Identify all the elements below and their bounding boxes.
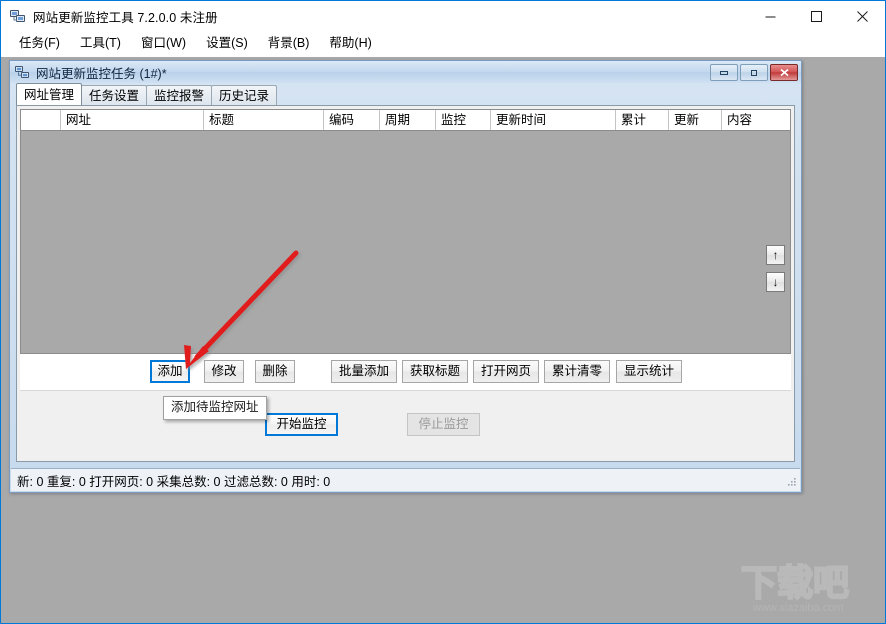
reset-total-button[interactable]: 累计清零 [544, 360, 610, 383]
minimize-icon[interactable] [747, 1, 793, 31]
url-list-grid[interactable]: 网址 标题 编码 周期 监控 更新时间 累计 更新 内容 ↑ ↓ [20, 109, 791, 354]
resize-grip-icon[interactable] [785, 476, 797, 488]
child-restore-icon[interactable] [740, 64, 768, 81]
grid-column-url[interactable]: 网址 [61, 110, 204, 130]
batch-add-button[interactable]: 批量添加 [331, 360, 397, 383]
child-window-title: 网站更新监控任务 (1#)* [36, 63, 167, 82]
tab-task-settings[interactable]: 任务设置 [81, 85, 147, 105]
close-icon[interactable] [839, 1, 885, 31]
tab-monitor-alerts[interactable]: 监控报警 [146, 85, 212, 105]
menu-item-help[interactable]: 帮助(H) [319, 33, 381, 55]
move-down-button[interactable]: ↓ [766, 272, 785, 292]
show-statistics-button[interactable]: 显示统计 [616, 360, 682, 383]
grid-column-total[interactable]: 累计 [616, 110, 669, 130]
window-controls [747, 1, 885, 31]
grid-header-row: 网址 标题 编码 周期 监控 更新时间 累计 更新 内容 [21, 110, 790, 131]
menu-item-background[interactable]: 背景(B) [258, 33, 320, 55]
title-bar[interactable]: 网站更新监控工具 7.2.0.0 未注册 [1, 1, 885, 31]
grid-column-period[interactable]: 周期 [380, 110, 436, 130]
menu-bar: 任务(F) 工具(T) 窗口(W) 设置(S) 背景(B) 帮助(H) [1, 31, 885, 57]
watermark-url: www.xiazaiba.com [752, 602, 843, 614]
tooltip-add-button: 添加待监控网址 [163, 396, 267, 420]
grid-body-empty[interactable]: ↑ ↓ [21, 131, 790, 353]
child-title-bar[interactable]: 网站更新监控任务 (1#)* [10, 61, 801, 83]
grid-column-encoding[interactable]: 编码 [324, 110, 380, 130]
fetch-title-button[interactable]: 获取标题 [402, 360, 468, 383]
status-bar-text: 新: 0 重复: 0 打开网页: 0 采集总数: 0 过滤总数: 0 用时: 0 [17, 471, 330, 490]
tab-page-url-management: 网址 标题 编码 周期 监控 更新时间 累计 更新 内容 ↑ ↓ [16, 105, 795, 462]
url-action-toolbar: 添加 修改 删除 批量添加 获取标题 打开网页 累计清零 显示统计 [20, 354, 791, 391]
open-webpage-button[interactable]: 打开网页 [473, 360, 539, 383]
grid-column-title[interactable]: 标题 [204, 110, 324, 130]
menu-item-window[interactable]: 窗口(W) [131, 33, 196, 55]
mdi-child-window: 网站更新监控任务 (1#)* [9, 60, 802, 493]
mdi-client-area: 网站更新监控任务 (1#)* [1, 57, 885, 623]
grid-reorder-buttons: ↑ ↓ [766, 245, 785, 292]
tab-url-management[interactable]: 网址管理 [16, 83, 82, 105]
child-close-icon[interactable] [770, 64, 798, 81]
grid-column-updates[interactable]: 更新 [669, 110, 722, 130]
edit-button[interactable]: 修改 [204, 360, 244, 383]
app-network-monitor-icon [10, 8, 26, 24]
tab-history[interactable]: 历史记录 [211, 85, 277, 105]
move-up-button[interactable]: ↑ [766, 245, 785, 265]
tab-strip: 网址管理 任务设置 监控报警 历史记录 [10, 83, 801, 105]
delete-button[interactable]: 删除 [255, 360, 295, 383]
menu-item-tools[interactable]: 工具(T) [70, 33, 131, 55]
stop-monitor-button: 停止监控 [407, 413, 480, 436]
grid-column-content[interactable]: 内容 [722, 110, 785, 130]
watermark-text: 下载吧 [741, 562, 849, 603]
menu-item-task[interactable]: 任务(F) [9, 33, 70, 55]
start-monitor-button[interactable]: 开始监控 [265, 413, 338, 436]
monitor-run-panel: 开始监控 停止监控 [20, 391, 791, 458]
application-window: 网站更新监控工具 7.2.0.0 未注册 任务(F) 工具(T) 窗口(W) 设… [0, 0, 886, 624]
site-watermark: 下载吧 www.xiazaiba.com [739, 561, 877, 617]
child-minimize-icon[interactable] [710, 64, 738, 81]
add-button[interactable]: 添加 [150, 360, 190, 383]
window-title: 网站更新监控工具 7.2.0.0 未注册 [33, 7, 218, 26]
network-computers-icon [15, 65, 30, 80]
grid-column-select[interactable] [21, 110, 61, 130]
maximize-icon[interactable] [793, 1, 839, 31]
grid-column-monitor[interactable]: 监控 [436, 110, 491, 130]
status-bar: 新: 0 重复: 0 打开网页: 0 采集总数: 0 过滤总数: 0 用时: 0 [11, 468, 800, 491]
grid-column-update-time[interactable]: 更新时间 [491, 110, 616, 130]
child-window-controls [710, 64, 798, 81]
menu-item-settings[interactable]: 设置(S) [196, 33, 258, 55]
